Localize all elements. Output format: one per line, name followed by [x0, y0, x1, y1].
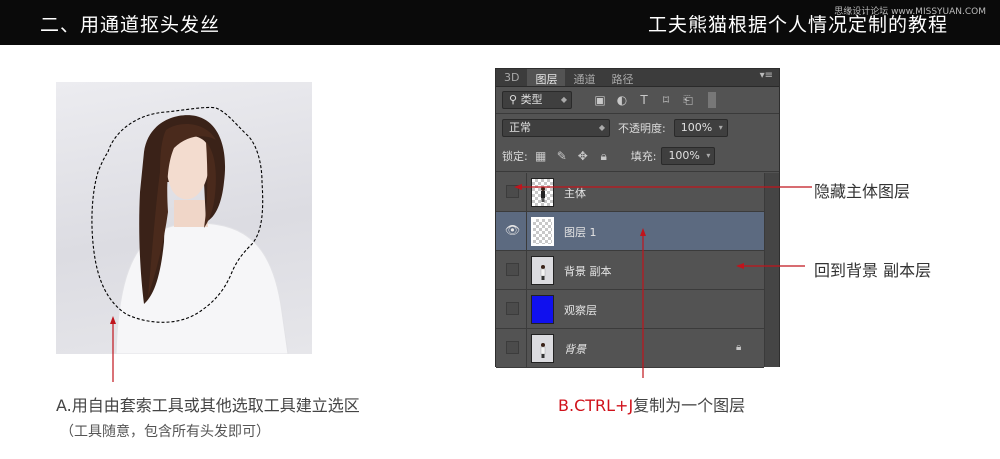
caption-b-prefix: B.: [558, 396, 575, 415]
arrow-head-icon: [640, 228, 646, 236]
caption-b: B.CTRL+J复制为一个图层: [558, 392, 745, 416]
arrow-head-icon: [736, 263, 744, 269]
caption-b-key: CTRL+J: [574, 396, 634, 415]
arrow-head-icon: [110, 316, 116, 324]
caption-b-rest: 复制为一个图层: [633, 396, 746, 415]
caption-a: A.用自由套索工具或其他选取工具建立选区: [56, 396, 360, 415]
annotation-back-to-bg: 回到背景 副本层: [814, 261, 932, 280]
arrow-head-icon: [514, 184, 522, 190]
annotation-lines: [110, 184, 812, 382]
caption-a-sub: （工具随意，包含所有头发即可）: [60, 424, 270, 440]
annotation-hide-main: 隐藏主体图层: [814, 182, 911, 201]
